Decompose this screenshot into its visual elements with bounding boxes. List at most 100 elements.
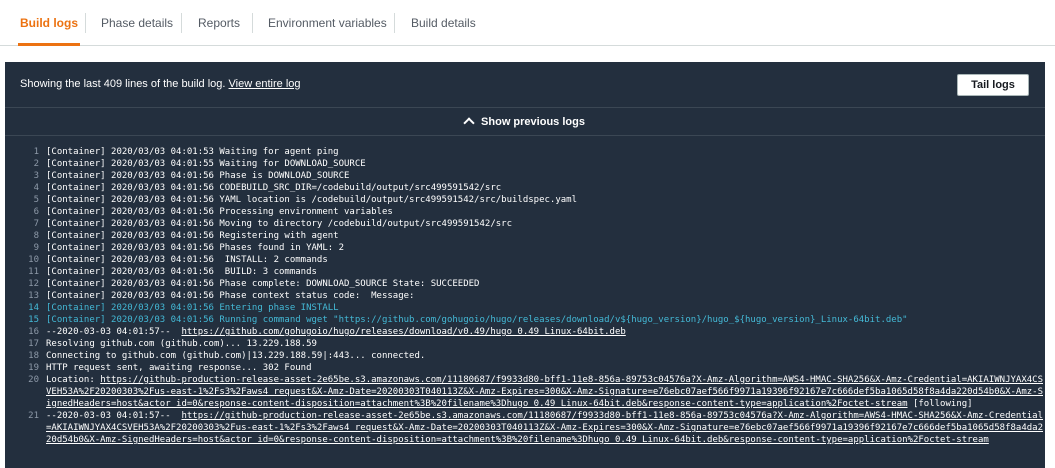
log-line-prefix: --2020-03-03 04:01:57-- xyxy=(46,411,182,421)
log-line-text: [Container] 2020/03/03 04:01:56 CODEBUIL… xyxy=(46,182,1045,194)
log-line-prefix: HTTP request sent, awaiting response... … xyxy=(46,363,312,373)
tab-build-details[interactable]: Build details xyxy=(411,0,476,45)
log-line-prefix: [Container] 2020/03/03 04:01:56 Phase is… xyxy=(46,171,350,181)
line-number: 12 xyxy=(28,279,39,289)
log-line-text: [Container] 2020/03/03 04:01:56 Phases f… xyxy=(46,242,1045,254)
log-line-text: [Container] 2020/03/03 04:01:56 Processi… xyxy=(46,206,1045,218)
tail-logs-button[interactable]: Tail logs xyxy=(957,74,1029,96)
line-number: 3 xyxy=(33,171,39,181)
log-line-prefix: [Container] 2020/03/03 04:01:56 Entering… xyxy=(46,303,339,313)
log-line-prefix: [Container] 2020/03/03 04:01:56 Phases f… xyxy=(46,243,345,253)
log-line: 15 [Container] 2020/03/03 04:01:56 Runnin… xyxy=(5,314,1045,326)
log-line: 6 [Container] 2020/03/03 04:01:56 Process… xyxy=(5,206,1045,218)
log-url-link[interactable]: https://github-production-release-asset-… xyxy=(46,411,1043,445)
tab-environment-variables[interactable]: Environment variables xyxy=(268,0,387,45)
line-number: 17 xyxy=(28,339,39,349)
log-line: 11 [Container] 2020/03/03 04:01:56 BUILD:… xyxy=(5,266,1045,278)
log-line: 12 [Container] 2020/03/03 04:01:56 Phase … xyxy=(5,278,1045,290)
log-line-prefix: [Container] 2020/03/03 04:01:56 BUILD: 3… xyxy=(46,267,317,277)
log-line-prefix: Resolving github.com (github.com)... 13.… xyxy=(46,339,317,349)
tab-divider xyxy=(394,13,395,33)
log-line: 21 --2020-03-03 04:01:57-- https://github… xyxy=(5,410,1045,446)
log-summary: Showing the last 409 lines of the build … xyxy=(20,78,301,90)
log-line: 14 [Container] 2020/03/03 04:01:56 Enteri… xyxy=(5,302,1045,314)
log-line-text: --2020-03-03 04:01:57-- https://github-p… xyxy=(46,410,1045,446)
log-line-prefix: [Container] 2020/03/03 04:01:56 Moving t… xyxy=(46,219,512,229)
tab-divider xyxy=(85,13,86,33)
line-number: 21 xyxy=(28,411,39,421)
log-line-suffix: [following] xyxy=(907,399,973,409)
log-line-prefix: Connecting to github.com (github.com)|13… xyxy=(46,351,426,361)
log-line-prefix: --2020-03-03 04:01:57-- xyxy=(46,327,182,337)
log-line-text: Connecting to github.com (github.com)|13… xyxy=(46,350,1045,362)
log-line-text: [Container] 2020/03/03 04:01:56 Moving t… xyxy=(46,218,1045,230)
log-line: 9 [Container] 2020/03/03 04:01:56 Phases … xyxy=(5,242,1045,254)
line-number: 19 xyxy=(28,363,39,373)
line-number: 4 xyxy=(33,183,39,193)
log-line-prefix: [Container] 2020/03/03 04:01:56 YAML loc… xyxy=(46,195,578,205)
line-number: 10 xyxy=(28,255,39,265)
log-summary-text: Showing the last 409 lines of the build … xyxy=(20,78,226,90)
line-number: 14 xyxy=(28,303,39,313)
tab-build-logs[interactable]: Build logs xyxy=(18,0,80,46)
build-log-panel: Showing the last 409 lines of the build … xyxy=(5,62,1045,468)
log-url-link[interactable]: https://github.com/gohugoio/hugo/release… xyxy=(181,327,625,337)
tab-reports[interactable]: Reports xyxy=(198,0,240,45)
log-line-text: [Container] 2020/03/03 04:01:56 Running … xyxy=(46,314,1045,326)
tab-bar: Build logs Phase details Reports Environ… xyxy=(0,0,1055,46)
line-number: 13 xyxy=(28,291,39,301)
log-line: 19 HTTP request sent, awaiting response..… xyxy=(5,362,1045,374)
line-number: 2 xyxy=(33,159,39,169)
log-line: 2 [Container] 2020/03/03 04:01:55 Waiting… xyxy=(5,158,1045,170)
log-line-prefix: [Container] 2020/03/03 04:01:56 Processi… xyxy=(46,207,393,217)
view-entire-log-link[interactable]: View entire log xyxy=(229,78,301,90)
log-line: 13 [Container] 2020/03/03 04:01:56 Phase … xyxy=(5,290,1045,302)
log-line: 1 [Container] 2020/03/03 04:01:53 Waiting… xyxy=(5,146,1045,158)
line-number: 15 xyxy=(28,315,39,325)
line-number: 1 xyxy=(33,147,39,157)
log-line-text: [Container] 2020/03/03 04:01:56 BUILD: 3… xyxy=(46,266,1045,278)
log-line-prefix: [Container] 2020/03/03 04:01:56 Running … xyxy=(46,315,908,325)
log-line: 18 Connecting to github.com (github.com)|… xyxy=(5,350,1045,362)
log-line-text: [Container] 2020/03/03 04:01:56 Phase co… xyxy=(46,290,1045,302)
line-number: 6 xyxy=(33,207,39,217)
log-line-text: Resolving github.com (github.com)... 13.… xyxy=(46,338,1045,350)
log-line: 3 [Container] 2020/03/03 04:01:56 Phase i… xyxy=(5,170,1045,182)
line-number: 11 xyxy=(28,267,39,277)
log-line-prefix: [Container] 2020/03/03 04:01:56 INSTALL:… xyxy=(46,255,328,265)
log-line-text: [Container] 2020/03/03 04:01:56 Phase is… xyxy=(46,170,1045,182)
tab-divider xyxy=(252,13,253,33)
line-number: 7 xyxy=(33,219,39,229)
line-number: 18 xyxy=(28,351,39,361)
line-number: 8 xyxy=(33,231,39,241)
tab-phase-details[interactable]: Phase details xyxy=(101,0,173,45)
log-line-prefix: Location: xyxy=(46,375,101,385)
log-url-link[interactable]: https://github-production-release-asset-… xyxy=(46,375,1043,409)
log-line-text: [Container] 2020/03/03 04:01:56 Entering… xyxy=(46,302,1045,314)
line-number: 20 xyxy=(28,375,39,385)
log-line-text: [Container] 2020/03/03 04:01:56 Phase co… xyxy=(46,278,1045,290)
log-line: 8 [Container] 2020/03/03 04:01:56 Registe… xyxy=(5,230,1045,242)
log-line-text: [Container] 2020/03/03 04:01:56 INSTALL:… xyxy=(46,254,1045,266)
log-line-text: [Container] 2020/03/03 04:01:56 Register… xyxy=(46,230,1045,242)
log-line: 17 Resolving github.com (github.com)... 1… xyxy=(5,338,1045,350)
log-line: 16 --2020-03-03 04:01:57-- https://github… xyxy=(5,326,1045,338)
log-line-prefix: [Container] 2020/03/03 04:01:53 Waiting … xyxy=(46,147,339,157)
log-line-prefix: [Container] 2020/03/03 04:01:56 Phase co… xyxy=(46,279,480,289)
log-header: Showing the last 409 lines of the build … xyxy=(5,62,1045,108)
log-line-text: HTTP request sent, awaiting response... … xyxy=(46,362,1045,374)
line-number: 5 xyxy=(33,195,39,205)
show-previous-logs-button[interactable]: Show previous logs xyxy=(5,109,1045,136)
log-line-prefix: [Container] 2020/03/03 04:01:56 Phase co… xyxy=(46,291,415,301)
log-line-text: [Container] 2020/03/03 04:01:56 YAML loc… xyxy=(46,194,1045,206)
log-line: 20 Location: https://github-production-re… xyxy=(5,374,1045,410)
log-line: 7 [Container] 2020/03/03 04:01:56 Moving … xyxy=(5,218,1045,230)
show-previous-logs-label: Show previous logs xyxy=(481,116,585,128)
log-line: 5 [Container] 2020/03/03 04:01:56 YAML lo… xyxy=(5,194,1045,206)
log-line-text: Location: https://github-production-rele… xyxy=(46,374,1045,410)
line-number: 16 xyxy=(28,327,39,337)
log-line-text: [Container] 2020/03/03 04:01:53 Waiting … xyxy=(46,146,1045,158)
log-line: 10 [Container] 2020/03/03 04:01:56 INSTAL… xyxy=(5,254,1045,266)
chevron-up-icon xyxy=(463,117,475,129)
log-line-text: --2020-03-03 04:01:57-- https://github.c… xyxy=(46,326,1045,338)
